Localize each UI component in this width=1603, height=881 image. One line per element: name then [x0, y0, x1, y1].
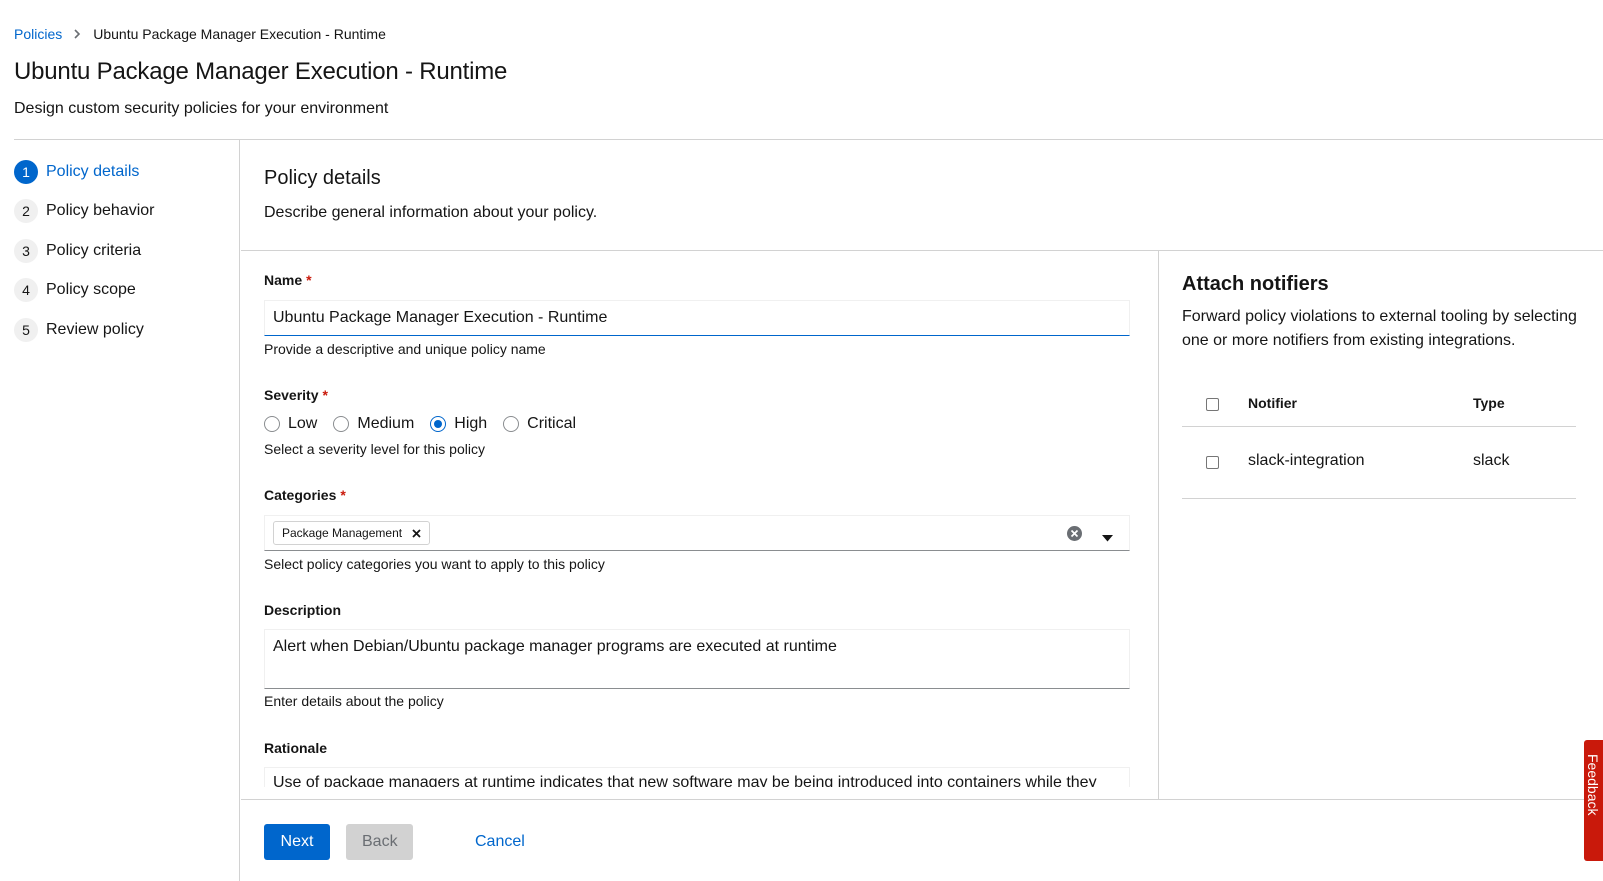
notifiers-table: Notifier Type slack-integration slack: [1182, 381, 1576, 499]
step-label: Policy criteria: [46, 242, 142, 259]
severity-radio-medium[interactable]: Medium: [333, 415, 414, 433]
table-row: slack-integration slack: [1182, 427, 1576, 499]
feedback-label: Feedback: [1585, 754, 1601, 816]
notifiers-title: Attach notifiers: [1182, 273, 1329, 295]
required-asterisk: *: [322, 387, 328, 403]
column-header-notifier: Notifier: [1248, 395, 1297, 411]
rationale-textarea[interactable]: Use of package managers at runtime indic…: [264, 767, 1130, 787]
radio-circle-selected: [430, 416, 447, 432]
categories-label: Categories *: [264, 487, 346, 503]
chevron-right-icon: [74, 29, 81, 39]
step-label: Policy scope: [46, 281, 136, 298]
notifier-name: slack-integration: [1248, 452, 1365, 469]
rationale-label: Rationale: [264, 740, 327, 756]
chip-label: Package Management: [282, 526, 403, 540]
step-label: Review policy: [46, 321, 144, 338]
step-label: Policy behavior: [46, 202, 155, 219]
description-label-text: Description: [264, 602, 342, 618]
severity-label: Severity *: [264, 387, 328, 403]
wizard-step-policy-scope[interactable]: 4 Policy scope: [14, 278, 136, 302]
radio-label: Medium: [357, 415, 415, 432]
required-asterisk: *: [306, 272, 312, 288]
breadcrumb: Policies Ubuntu Package Manager Executio…: [14, 26, 386, 42]
wizard-step-policy-criteria[interactable]: 3 Policy criteria: [14, 239, 141, 263]
radio-circle: [503, 416, 520, 432]
section-title: Policy details: [264, 167, 381, 189]
radio-circle: [264, 416, 280, 432]
categories-select[interactable]: Package Management: [264, 515, 1130, 551]
page-subtitle: Design custom security policies for your…: [14, 100, 389, 117]
feedback-tab[interactable]: Feedback: [1584, 740, 1603, 861]
attach-notifiers-panel: Attach notifiers Forward policy violatio…: [1158, 251, 1603, 881]
description-helper: Enter details about the policy: [264, 693, 444, 709]
name-input[interactable]: [264, 300, 1130, 336]
required-asterisk: *: [340, 487, 346, 503]
breadcrumb-policies-link[interactable]: Policies: [14, 26, 62, 42]
radio-circle: [333, 416, 350, 432]
wizard-step-policy-behavior[interactable]: 2 Policy behavior: [14, 199, 155, 223]
radio-label: Critical: [527, 415, 577, 432]
radio-label: Low: [288, 415, 318, 432]
severity-radio-critical[interactable]: Critical: [503, 415, 576, 433]
name-label: Name *: [264, 272, 312, 288]
notifier-type: slack: [1473, 452, 1510, 469]
clear-all-icon[interactable]: [1066, 525, 1083, 542]
step-number: 3: [14, 239, 38, 263]
column-header-type: Type: [1473, 395, 1505, 411]
description-textarea[interactable]: Alert when Debian/Ubuntu package manager…: [264, 629, 1130, 689]
wizard-footer: Next Back Cancel: [241, 799, 1603, 881]
section-description: Describe general information about your …: [264, 204, 598, 221]
next-button[interactable]: Next: [264, 824, 330, 860]
wizard-step-policy-details[interactable]: 1 Policy details: [14, 160, 139, 184]
severity-radio-high[interactable]: High: [430, 415, 487, 433]
close-icon[interactable]: [412, 528, 421, 538]
cancel-button[interactable]: Cancel: [459, 824, 541, 860]
page-title: Ubuntu Package Manager Execution - Runti…: [14, 58, 508, 85]
category-chip: Package Management: [273, 521, 431, 545]
rationale-label-text: Rationale: [264, 740, 328, 756]
breadcrumb-current: Ubuntu Package Manager Execution - Runti…: [93, 26, 386, 42]
severity-radio-low[interactable]: Low: [264, 415, 317, 433]
severity-radio-group: Low Medium High Critical: [264, 415, 592, 433]
step-number: 1: [14, 160, 38, 184]
radio-label: High: [454, 415, 488, 432]
description-label: Description: [264, 602, 341, 618]
categories-label-text: Categories: [264, 487, 337, 503]
step-number: 5: [14, 318, 38, 342]
name-label-text: Name: [264, 272, 303, 288]
wizard-nav: 1 Policy details 2 Policy behavior 3 Pol…: [14, 139, 240, 881]
severity-label-text: Severity: [264, 387, 319, 403]
name-helper: Provide a descriptive and unique policy …: [264, 341, 546, 357]
step-number: 2: [14, 199, 38, 223]
severity-helper: Select a severity level for this policy: [264, 441, 485, 457]
table-header-row: Notifier Type: [1182, 381, 1576, 427]
step-number: 4: [14, 278, 38, 302]
step-label: Policy details: [46, 163, 140, 180]
wizard-step-review-policy[interactable]: 5 Review policy: [14, 318, 144, 342]
notifiers-description: Forward policy violations to external to…: [1182, 308, 1577, 349]
categories-helper: Select policy categories you want to app…: [264, 556, 605, 572]
select-all-checkbox[interactable]: [1206, 398, 1219, 411]
row-checkbox[interactable]: [1206, 456, 1219, 469]
caret-down-icon[interactable]: [1102, 529, 1113, 547]
back-button[interactable]: Back: [346, 824, 413, 860]
wizard-main: Policy details Describe general informat…: [241, 139, 1603, 881]
